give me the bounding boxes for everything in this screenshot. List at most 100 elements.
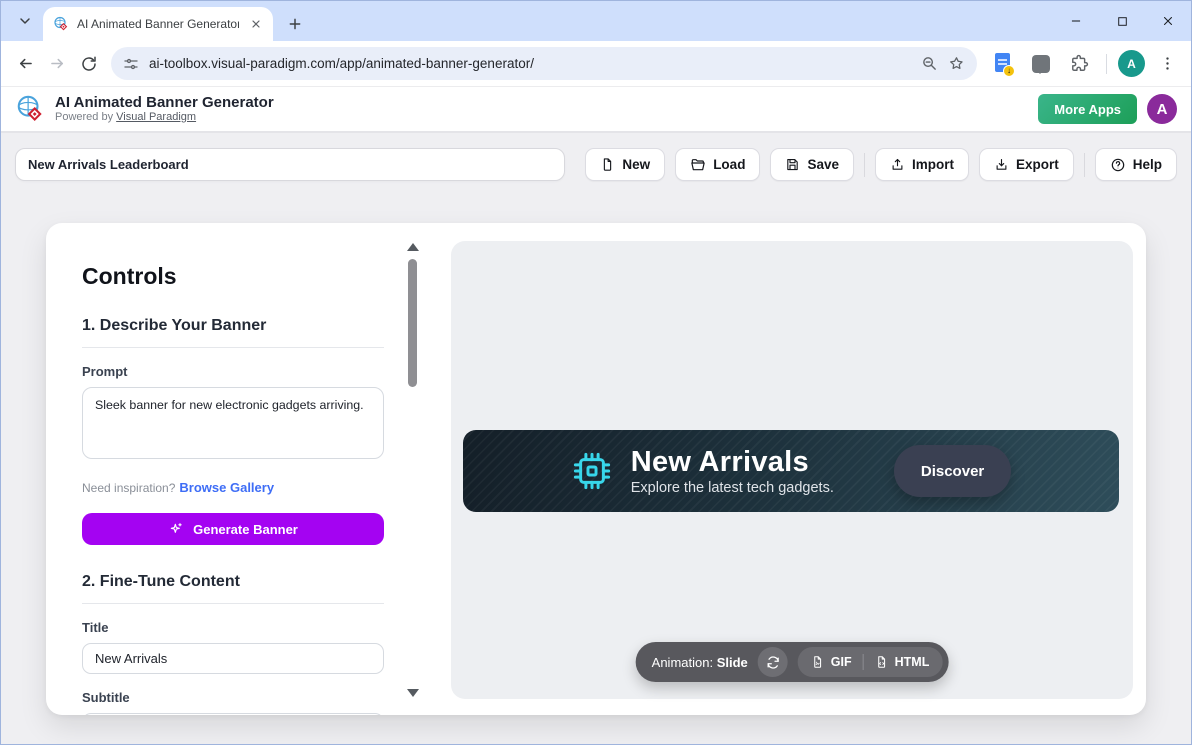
sparkles-icon	[168, 521, 184, 537]
export-options-pill: GIF HTML	[798, 647, 943, 677]
puzzle-icon	[1070, 54, 1089, 73]
chevron-down-icon	[17, 13, 33, 29]
kebab-menu-icon	[1159, 55, 1176, 72]
browser-window: AI Animated Banner Generator ai-toolbox.…	[0, 0, 1192, 745]
main-card: Controls 1. Describe Your Banner Prompt …	[46, 223, 1146, 715]
powered-by-prefix: Powered by	[55, 111, 113, 123]
export-button[interactable]: Export	[979, 148, 1074, 181]
app-logo-icon	[15, 94, 45, 124]
close-window-button[interactable]	[1145, 1, 1191, 41]
tab-search-button[interactable]	[11, 7, 39, 35]
more-apps-button[interactable]: More Apps	[1038, 94, 1137, 124]
subtitle-input[interactable]	[82, 713, 384, 715]
app-title: AI Animated Banner Generator	[55, 94, 274, 111]
prompt-textarea[interactable]: Sleek banner for new electronic gadgets …	[82, 387, 384, 459]
close-icon	[1161, 14, 1175, 28]
import-button-label: Import	[912, 157, 954, 172]
replay-animation-button[interactable]	[758, 647, 788, 677]
save-button[interactable]: Save	[770, 148, 854, 181]
animation-value: Slide	[717, 655, 748, 670]
prompt-label: Prompt	[82, 364, 384, 379]
load-button[interactable]: Load	[675, 148, 760, 181]
new-button[interactable]: New	[585, 148, 665, 181]
arrow-left-icon	[16, 54, 35, 73]
controls-heading: Controls	[82, 263, 384, 289]
html-label: HTML	[895, 655, 930, 669]
arrow-right-icon	[48, 54, 67, 73]
title-label: Title	[82, 620, 384, 635]
title-input[interactable]	[82, 643, 384, 674]
banner-title: New Arrivals	[631, 446, 834, 478]
preview-controls-bar: Animation: Slide GIF HTML	[636, 642, 949, 682]
address-bar[interactable]: ai-toolbox.visual-paradigm.com/app/anima…	[111, 47, 977, 80]
project-buttons: New Load Save Import Export Hel	[585, 148, 1177, 181]
help-button[interactable]: Help	[1095, 148, 1177, 181]
extensions-button[interactable]	[1063, 48, 1095, 80]
tab-strip: AI Animated Banner Generator	[1, 1, 1191, 41]
scrollbar-up-arrow-icon[interactable]	[407, 243, 419, 251]
generate-banner-button[interactable]: Generate Banner	[82, 513, 384, 545]
docs-extension-button[interactable]: ↓	[987, 48, 1019, 80]
gif-label: GIF	[831, 655, 852, 669]
bookmark-star-icon[interactable]	[948, 55, 965, 72]
window-controls	[1053, 1, 1191, 41]
export-button-label: Export	[1016, 157, 1059, 172]
controls-scrollbar[interactable]	[406, 243, 420, 697]
preview-panel: New Arrivals Explore the latest tech gad…	[451, 241, 1133, 699]
microchip-icon	[571, 450, 613, 492]
load-button-label: Load	[713, 157, 745, 172]
html-file-icon	[875, 655, 889, 669]
forward-button[interactable]	[41, 48, 73, 80]
scrollbar-down-arrow-icon[interactable]	[407, 689, 419, 697]
scrollbar-thumb[interactable]	[408, 259, 417, 387]
tab-title: AI Animated Banner Generator	[77, 17, 239, 31]
browser-toolbar: ai-toolbox.visual-paradigm.com/app/anima…	[1, 41, 1191, 87]
save-button-label: Save	[807, 157, 839, 172]
app-header: AI Animated Banner Generator Powered by …	[1, 87, 1191, 133]
pill-separator	[863, 654, 864, 670]
app-title-block: AI Animated Banner Generator Powered by …	[55, 94, 274, 124]
button-group-separator-2	[1084, 153, 1085, 177]
section-finetune-heading: 2. Fine-Tune Content	[82, 573, 384, 604]
reload-button[interactable]	[73, 48, 105, 80]
browse-gallery-link[interactable]: Browse Gallery	[179, 480, 274, 495]
banner-text-block: New Arrivals Explore the latest tech gad…	[631, 446, 834, 496]
controls-panel: Controls 1. Describe Your Banner Prompt …	[82, 223, 384, 715]
button-group-separator	[864, 153, 865, 177]
url-text[interactable]: ai-toolbox.visual-paradigm.com/app/anima…	[149, 56, 911, 71]
animation-label: Animation:	[652, 655, 713, 670]
back-button[interactable]	[9, 48, 41, 80]
site-settings-icon[interactable]	[123, 56, 139, 72]
upload-icon	[890, 157, 905, 172]
chat-extension-button[interactable]	[1025, 48, 1057, 80]
visual-paradigm-link[interactable]: Visual Paradigm	[116, 111, 196, 123]
gif-file-icon	[811, 655, 825, 669]
minimize-icon	[1069, 14, 1083, 28]
browser-profile-avatar[interactable]: A	[1118, 50, 1145, 77]
visual-paradigm-favicon-icon	[53, 16, 69, 32]
banner-cta-button[interactable]: Discover	[894, 445, 1011, 497]
maximize-button[interactable]	[1099, 1, 1145, 41]
help-button-label: Help	[1133, 157, 1162, 172]
download-icon	[994, 157, 1009, 172]
new-button-label: New	[622, 157, 650, 172]
import-button[interactable]: Import	[875, 148, 969, 181]
banner-preview: New Arrivals Explore the latest tech gad…	[463, 430, 1119, 512]
tab-close-button[interactable]	[247, 15, 265, 33]
export-html-button[interactable]: HTML	[875, 655, 930, 669]
app-user-avatar[interactable]: A	[1147, 94, 1177, 124]
new-tab-button[interactable]	[281, 10, 309, 38]
zoom-out-icon[interactable]	[921, 55, 938, 72]
minimize-button[interactable]	[1053, 1, 1099, 41]
inspiration-text: Need inspiration?	[82, 481, 175, 495]
browser-menu-button[interactable]	[1151, 48, 1183, 80]
project-toolbar: New Load Save Import Export Hel	[1, 133, 1191, 181]
help-icon	[1110, 157, 1126, 173]
reload-icon	[80, 55, 98, 73]
save-floppy-icon	[785, 157, 800, 172]
export-gif-button[interactable]: GIF	[811, 655, 852, 669]
project-name-input[interactable]	[15, 148, 565, 181]
browser-tab[interactable]: AI Animated Banner Generator	[43, 7, 273, 41]
animation-text: Animation: Slide	[652, 655, 748, 670]
chat-bubble-icon	[1032, 55, 1050, 73]
